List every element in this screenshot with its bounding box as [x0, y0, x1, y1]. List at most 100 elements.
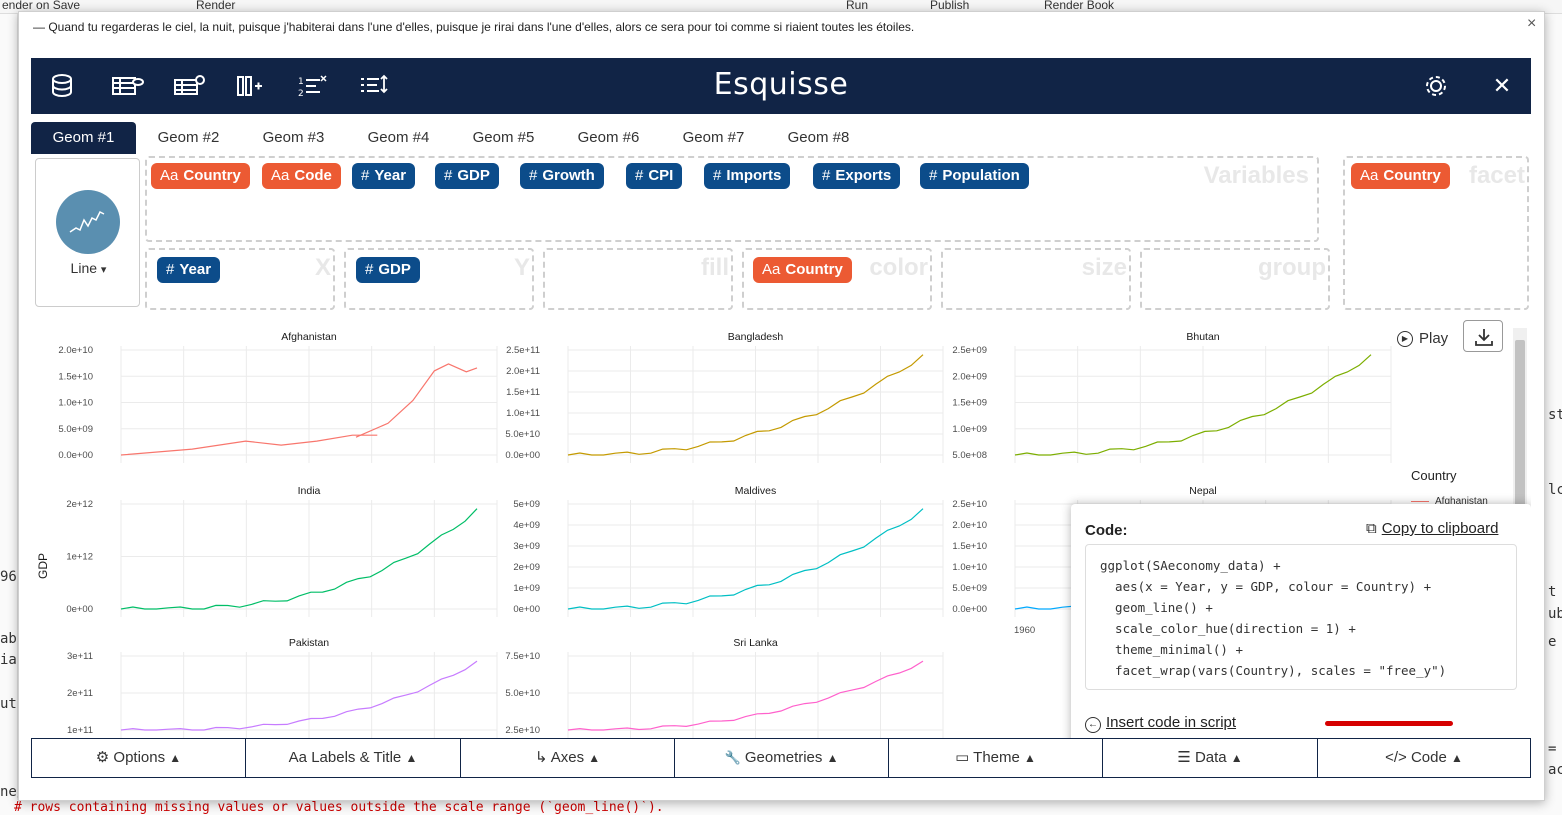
size-dropzone[interactable]: size: [941, 248, 1131, 310]
caret-up-icon: ▲: [1230, 751, 1243, 765]
y-tick-label: 5e+09: [513, 499, 540, 510]
theme-button[interactable]: ▭ Theme ▲: [889, 739, 1103, 777]
tab-geom-8[interactable]: Geom #8: [766, 122, 871, 154]
chip-code[interactable]: Aa Code: [262, 163, 341, 189]
gear-icon: ⚙: [95, 749, 110, 766]
numeric-type-icon: #: [713, 167, 722, 184]
y-tick-label: 1.0e+09: [952, 424, 987, 435]
chip-label: Country: [1383, 167, 1441, 184]
tab-geom-6[interactable]: Geom #6: [556, 122, 661, 154]
tab-geom-1[interactable]: Geom #1: [31, 122, 136, 154]
chip-country[interactable]: Aa Country: [151, 163, 250, 189]
tab-geom-2[interactable]: Geom #2: [136, 122, 241, 154]
chip-label: GDP: [457, 167, 490, 184]
chip-label: Year: [374, 167, 407, 184]
tab-geom-5[interactable]: Geom #5: [451, 122, 556, 154]
esquisse-app: 12 Esquisse ✕ Geom #1 Geom #2 Geom #3 Ge…: [31, 58, 1531, 778]
facet-dropzone[interactable]: facet Aa Country: [1343, 156, 1529, 310]
y-tick-label: 1.0e+10: [952, 562, 987, 573]
background-right-pane: st lc t ub e = ac: [1545, 14, 1562, 815]
code-line: scale_color_hue(direction = 1) +: [1100, 621, 1356, 636]
chip-label: Country: [183, 167, 241, 184]
chip-growth[interactable]: # Growth: [520, 163, 604, 189]
data-button[interactable]: ☰ Data ▲: [1103, 739, 1318, 777]
color-title: color: [869, 254, 928, 281]
chip-gdp[interactable]: # GDP: [356, 257, 420, 283]
code-block[interactable]: ggplot(SAeconomy_data) + aes(x = Year, y…: [1085, 544, 1517, 726]
caret-up-icon: ▲: [826, 751, 839, 765]
labels-title-button[interactable]: Aa Labels & Title ▲: [246, 739, 461, 777]
y-tick-label: 2e+12: [66, 499, 93, 510]
numeric-type-icon: #: [635, 167, 644, 184]
brush-icon: ▭: [955, 749, 970, 766]
code-label: Code:: [1085, 522, 1128, 539]
facet-panel: 2.0e+10 1.5e+10 1.0e+10 5.0e+09 0.0e+00 Afgha…: [58, 331, 498, 463]
copy-icon: ⧉: [1366, 520, 1377, 537]
y-title: Y: [513, 254, 530, 281]
chip-imports[interactable]: # Imports: [704, 163, 791, 189]
geom-label[interactable]: Line ▾: [36, 260, 141, 276]
app-title: Esquisse: [713, 67, 849, 102]
play-button[interactable]: ▶ Play: [1397, 330, 1448, 348]
series-line: [1014, 354, 1372, 456]
geom-tabs: Geom #1 Geom #2 Geom #3 Geom #4 Geom #5 …: [31, 122, 1531, 154]
geom-selector[interactable]: Line ▾: [35, 158, 140, 307]
y-tick-label: 0.0e+00: [952, 604, 987, 615]
app-close-button[interactable]: ✕: [1487, 72, 1517, 100]
tab-geom-7[interactable]: Geom #7: [661, 122, 766, 154]
line-chart-icon: [56, 190, 120, 254]
tab-geom-3[interactable]: Geom #3: [241, 122, 346, 154]
facet-title: Bangladesh: [728, 331, 784, 343]
y-tick-label: 2.5e+11: [506, 345, 540, 356]
size-title: size: [1081, 254, 1127, 281]
tab-geom-4[interactable]: Geom #4: [346, 122, 451, 154]
download-icon: [1475, 329, 1493, 346]
chip-gdp[interactable]: # GDP: [435, 163, 499, 189]
color-dropzone[interactable]: color Aa Country: [742, 248, 932, 310]
y-tick-label: 5.0e+10: [505, 688, 540, 699]
y-tick-label: 1e+12: [66, 552, 93, 563]
bottom-toolbar: ⚙ Options ▲ Aa Labels & Title ▲ ↳ Axes ▲…: [31, 738, 1531, 778]
copy-to-clipboard-button[interactable]: ⧉ Copy to clipboard: [1366, 520, 1498, 537]
code-button[interactable]: </> Code ▲: [1318, 739, 1530, 777]
download-button[interactable]: [1463, 320, 1503, 352]
text-type-icon: Aa: [271, 167, 290, 184]
text-icon: Aa: [288, 749, 308, 766]
series-line: [567, 508, 924, 610]
chip-population[interactable]: # Population: [920, 163, 1029, 189]
background-left-pane: 96 ab ia ut ne/: [0, 14, 25, 815]
insert-code-button[interactable]: ← Insert code in script: [1085, 714, 1236, 733]
fill-dropzone[interactable]: fill: [543, 248, 733, 310]
series-line: [120, 508, 478, 610]
chip-country[interactable]: Aa Country: [1351, 163, 1450, 189]
chip-exports[interactable]: # Exports: [813, 163, 901, 189]
gear-icon[interactable]: [1421, 72, 1451, 100]
y-dropzone[interactable]: Y # GDP: [344, 248, 534, 310]
y-tick-label: 0e+00: [513, 604, 540, 615]
facet-panel: 2e+12 1e+12 0e+00 India: [66, 485, 498, 617]
chip-country[interactable]: Aa Country: [753, 257, 852, 283]
series-line: [567, 354, 924, 456]
variables-dropzone[interactable]: Variables Aa Country Aa Code # Year # GDP # G…: [145, 156, 1319, 242]
facet-title: Afghanistan: [281, 331, 337, 343]
scrollbar-thumb[interactable]: [1515, 340, 1525, 510]
numeric-type-icon: #: [166, 261, 175, 278]
x-dropzone[interactable]: X # Year: [145, 248, 335, 310]
text-type-icon: Aa: [762, 261, 781, 278]
geom-name: Line: [70, 260, 98, 276]
y-tick-label: 1.5e+09: [952, 398, 987, 409]
chip-label: GDP: [378, 261, 411, 278]
geometries-button[interactable]: 🔧 Geometries ▲: [675, 739, 889, 777]
code-line: ggplot(SAeconomy_data) +: [1100, 558, 1281, 573]
group-dropzone[interactable]: group: [1140, 248, 1330, 310]
chip-year[interactable]: # Year: [157, 257, 221, 283]
dialog-close-button[interactable]: ×: [1527, 15, 1536, 33]
y-tick-label: 2.0e+09: [952, 371, 987, 382]
chip-cpi[interactable]: # CPI: [626, 163, 683, 189]
y-tick-label: 0.0e+00: [505, 450, 540, 461]
axes-button[interactable]: ↳ Axes ▲: [461, 739, 675, 777]
facet-panel: 3e+11 2e+11 1e+11 Pakistan: [67, 637, 498, 738]
chip-year[interactable]: # Year: [352, 163, 416, 189]
y-tick-label: 5.0e+08: [952, 450, 987, 461]
options-button[interactable]: ⚙ Options ▲: [32, 739, 246, 777]
